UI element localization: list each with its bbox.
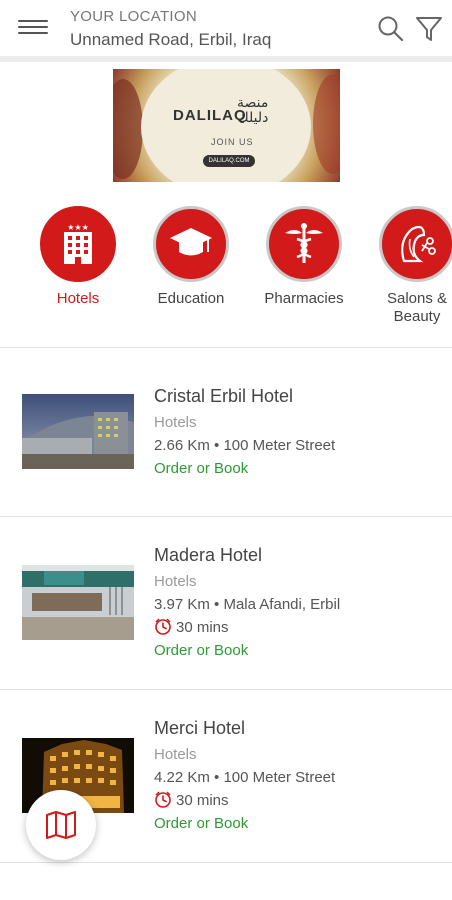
clock-icon [155, 618, 171, 635]
listing-cristal-erbil-hotel[interactable]: Cristal Erbil Hotel Hotels 2.66 Km • 100… [0, 348, 452, 516]
top-app-bar: YOUR LOCATION Unnamed Road, Erbil, Iraq [0, 0, 452, 62]
category-label: Salons & Beauty [386, 290, 448, 325]
listing-distance: 3.97 Km • Mala Afandi, Erbil [154, 596, 341, 613]
map-icon [46, 811, 76, 839]
graduation-cap-icon [153, 206, 229, 282]
category-pharmacies[interactable]: Pharmacies [249, 206, 359, 308]
category-strip[interactable]: ★★★ Hotels Education Pharmacies Salons &… [0, 200, 452, 340]
banner-cta: JOIN US [211, 137, 254, 147]
category-education[interactable]: Education [136, 206, 246, 308]
delivery-time-value: 30 mins [176, 791, 229, 809]
order-or-book-link[interactable]: Order or Book [154, 815, 248, 832]
delivery-time: 30 mins [154, 791, 229, 809]
banner-arabic-text: منصة دليلك [237, 94, 269, 125]
listing-name: Cristal Erbil Hotel [154, 386, 294, 406]
hamburger-menu-icon[interactable] [18, 16, 48, 40]
listing-category: Hotels [154, 414, 197, 431]
listing-distance: 4.22 Km • 100 Meter Street [154, 769, 336, 786]
order-or-book-link[interactable]: Order or Book [154, 642, 248, 659]
delivery-time-value: 30 mins [176, 618, 229, 636]
caduceus-icon [266, 206, 342, 282]
listing-madera-hotel[interactable]: Madera Hotel Hotels 3.97 Km • Mala Afand… [0, 517, 452, 689]
banner-decoration [113, 79, 143, 179]
search-icon[interactable] [376, 14, 406, 44]
listing-photo [22, 565, 134, 640]
delivery-time: 30 mins [154, 618, 229, 636]
banner-url: DALILAQ.COM [203, 155, 255, 167]
category-label: Education [157, 290, 225, 307]
listing-name: Madera Hotel [154, 545, 263, 565]
banner-brand: DALILAQ [173, 107, 247, 124]
promo-banner[interactable]: DALILAQ منصة دليلك JOIN US DALILAQ.COM [113, 69, 340, 182]
category-salons-beauty[interactable]: Salons & Beauty [362, 206, 452, 326]
location-label: YOUR LOCATION [70, 8, 197, 25]
hotel-icon: ★★★ [40, 206, 116, 282]
listing-photo [22, 394, 134, 469]
divider [0, 862, 452, 863]
clock-icon [155, 791, 171, 808]
order-or-book-link[interactable]: Order or Book [154, 460, 248, 477]
filter-funnel-icon[interactable] [414, 14, 444, 44]
category-label: Pharmacies [264, 290, 344, 307]
banner-decoration [313, 74, 340, 174]
listing-category: Hotels [154, 746, 197, 763]
category-hotels[interactable]: ★★★ Hotels [23, 206, 133, 308]
listing-category: Hotels [154, 573, 197, 590]
listing-name: Merci Hotel [154, 718, 246, 738]
location-value[interactable]: Unnamed Road, Erbil, Iraq [70, 30, 271, 50]
salon-icon [379, 206, 452, 282]
category-label: Hotels [56, 290, 100, 307]
listing-distance: 2.66 Km • 100 Meter Street [154, 437, 336, 454]
map-button[interactable] [26, 790, 96, 860]
svg-text:★★★: ★★★ [67, 223, 89, 232]
